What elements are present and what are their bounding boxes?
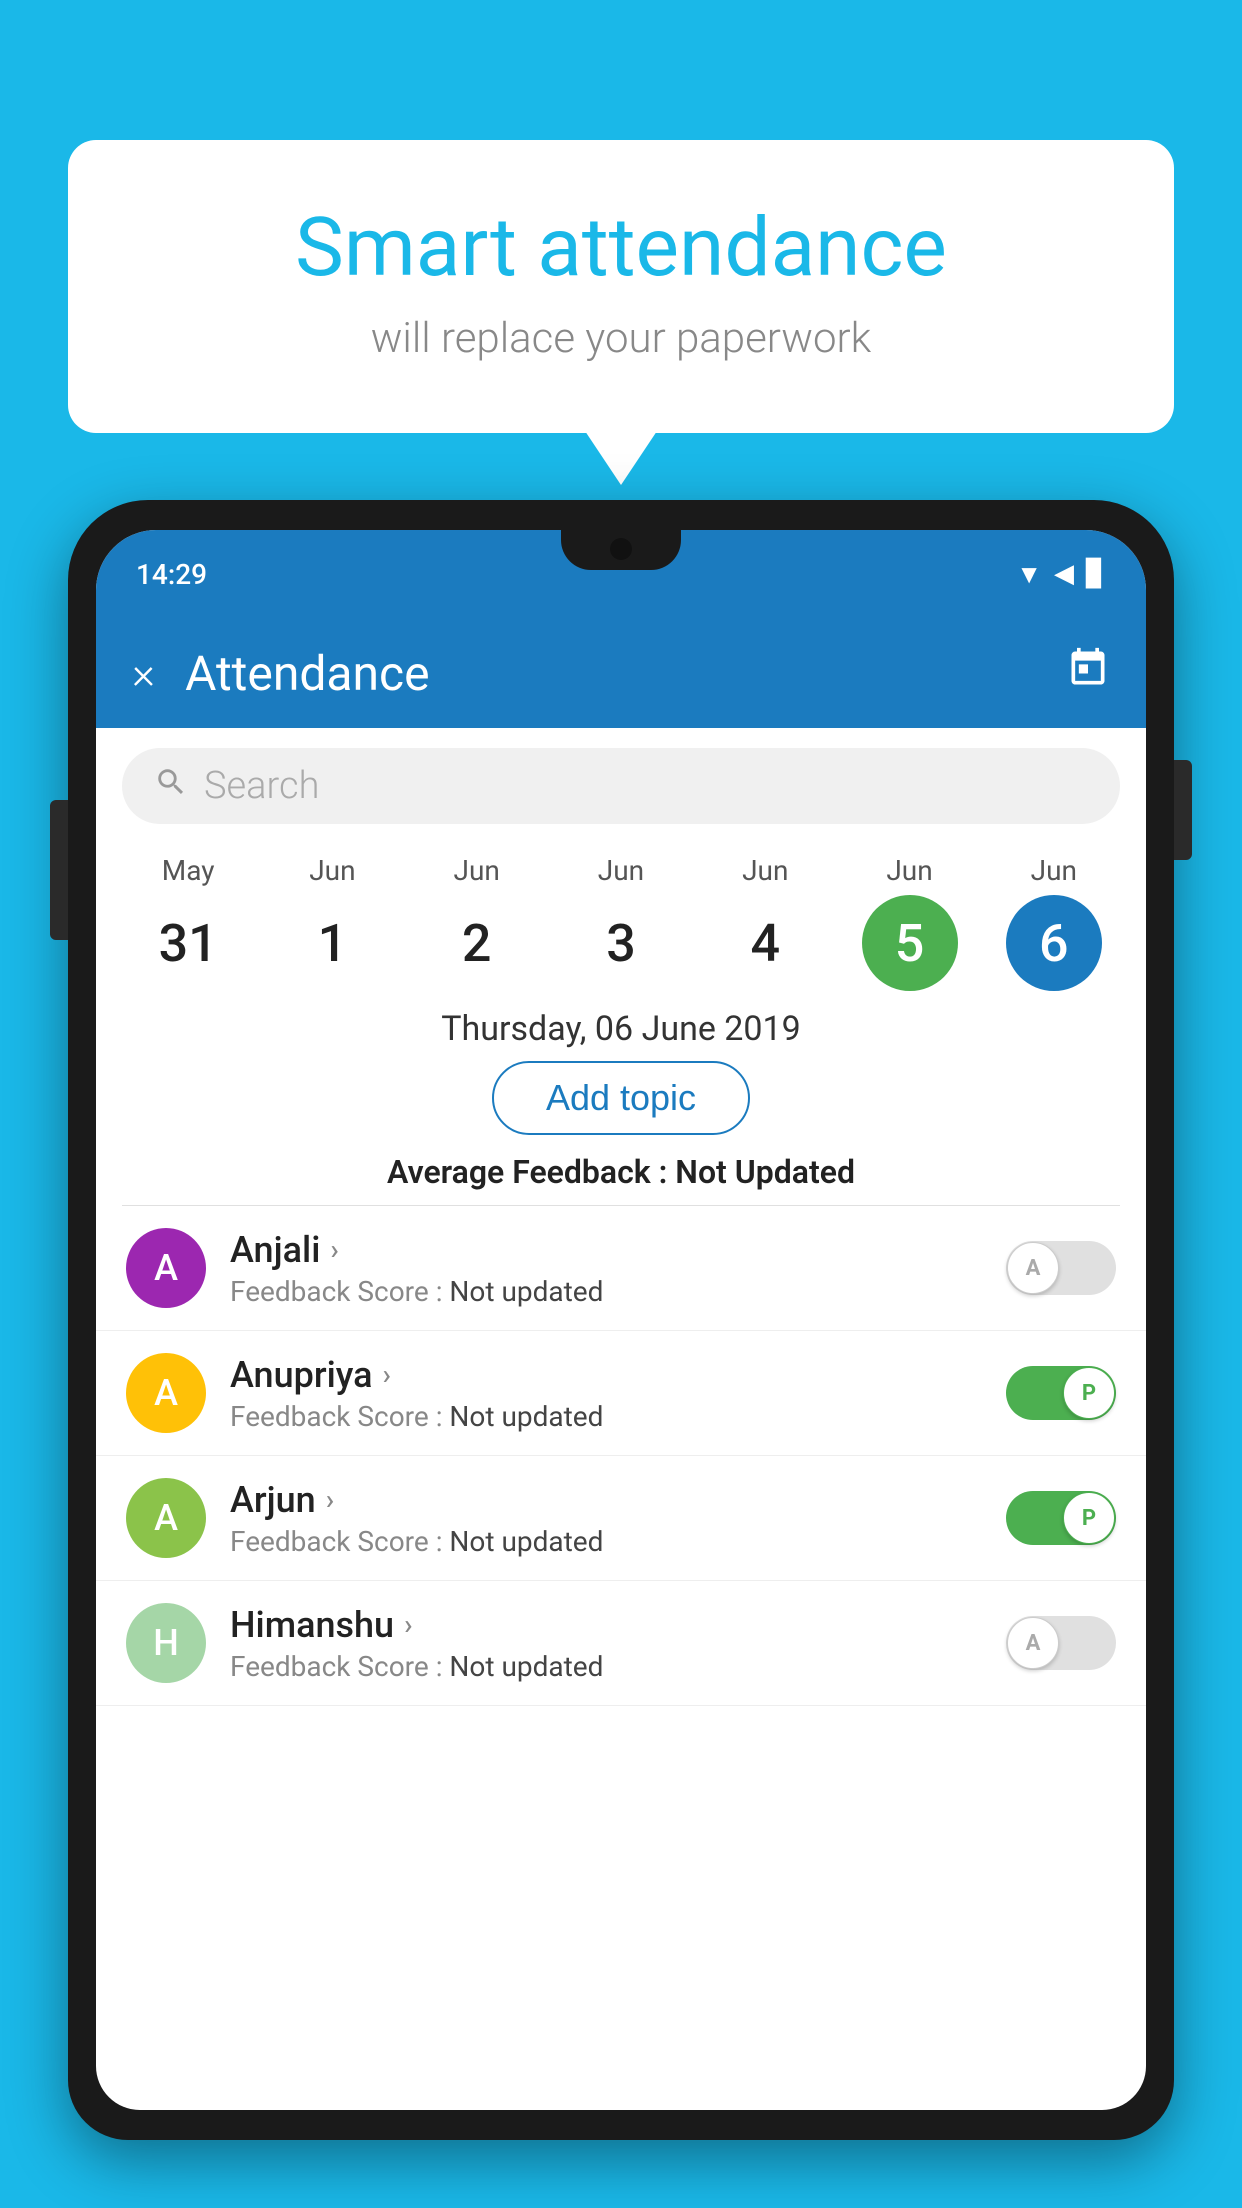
speech-bubble: Smart attendance will replace your paper…	[68, 140, 1174, 433]
avatar: H	[126, 1603, 206, 1683]
speech-bubble-card: Smart attendance will replace your paper…	[68, 140, 1174, 433]
phone-mockup: 14:29 ▼ ◀ ▊ × Attendance	[68, 500, 1174, 2208]
calendar-month: May	[162, 854, 215, 887]
calendar-month: Jun	[886, 854, 932, 887]
calendar-date[interactable]: 6	[1006, 895, 1102, 991]
feedback-value: Not updated	[449, 1525, 603, 1558]
status-icons: ▼ ◀ ▊	[1016, 559, 1106, 590]
camera-notch	[610, 538, 632, 560]
calendar-month: Jun	[454, 854, 500, 887]
calendar-date[interactable]: 1	[284, 895, 380, 991]
student-info: Anupriya › Feedback Score : Not updated	[230, 1354, 1006, 1433]
attendance-toggle-container[interactable]: P	[1006, 1366, 1116, 1420]
close-button[interactable]: ×	[132, 647, 155, 699]
chevron-right-icon: ›	[326, 1483, 334, 1516]
toggle-thumb: A	[1007, 1242, 1059, 1294]
calendar-icon[interactable]	[1066, 646, 1110, 700]
student-row[interactable]: A Arjun › Feedback Score : Not updated P	[96, 1456, 1146, 1581]
calendar-day[interactable]: Jun 3	[561, 854, 681, 991]
avatar: A	[126, 1478, 206, 1558]
add-topic-button[interactable]: Add topic	[492, 1061, 750, 1135]
attendance-toggle-container[interactable]: P	[1006, 1491, 1116, 1545]
student-name: Himanshu ›	[230, 1604, 1006, 1646]
calendar-date[interactable]: 3	[573, 895, 669, 991]
chevron-right-icon: ›	[383, 1358, 391, 1391]
attendance-toggle-container[interactable]: A	[1006, 1616, 1116, 1670]
avatar: A	[126, 1353, 206, 1433]
calendar-month: Jun	[309, 854, 355, 887]
student-row[interactable]: AAnjali ›Feedback Score : Not updatedA	[96, 1206, 1146, 1331]
student-name: Anupriya ›	[230, 1354, 1006, 1396]
attendance-toggle-container[interactable]: A	[1006, 1241, 1116, 1295]
signal-icon: ◀	[1054, 559, 1074, 589]
search-icon	[154, 765, 188, 808]
student-feedback: Feedback Score : Not updated	[230, 1400, 1006, 1433]
calendar-date[interactable]: 4	[717, 895, 813, 991]
speech-bubble-subtitle: will replace your paperwork	[138, 314, 1104, 363]
feedback-value: Not updated	[449, 1400, 603, 1433]
calendar-day[interactable]: Jun 5	[850, 854, 970, 991]
calendar-day[interactable]: Jun 2	[417, 854, 537, 991]
speech-bubble-title: Smart attendance	[138, 200, 1104, 296]
avatar: A	[126, 1228, 206, 1308]
students-list: AAnjali ›Feedback Score : Not updatedAAA…	[96, 1206, 1146, 1706]
calendar-month: Jun	[598, 854, 644, 887]
calendar-row: May 31 Jun 1 Jun 2 Jun 3 Jun 4 Jun 5 Jun 6	[96, 844, 1146, 991]
calendar-day[interactable]: Jun 4	[705, 854, 825, 991]
avg-feedback-value: Not Updated	[675, 1153, 855, 1191]
student-info: Arjun › Feedback Score : Not updated	[230, 1479, 1006, 1558]
student-name: Arjun ›	[230, 1479, 1006, 1521]
app-bar-title: Attendance	[185, 645, 1066, 702]
chevron-right-icon: ›	[330, 1233, 338, 1266]
calendar-day[interactable]: Jun 6	[994, 854, 1114, 991]
feedback-value: Not updated	[449, 1275, 603, 1308]
student-feedback: Feedback Score : Not updated	[230, 1525, 1006, 1558]
attendance-toggle[interactable]: A	[1006, 1616, 1116, 1670]
phone-outer-frame: 14:29 ▼ ◀ ▊ × Attendance	[68, 500, 1174, 2140]
calendar-date[interactable]: 5	[862, 895, 958, 991]
average-feedback: Average Feedback : Not Updated	[96, 1153, 1146, 1191]
search-bar[interactable]: Search	[122, 748, 1120, 824]
chevron-right-icon: ›	[404, 1608, 412, 1641]
calendar-month: Jun	[742, 854, 788, 887]
avg-feedback-label: Average Feedback :	[387, 1153, 667, 1191]
selected-date-label: Thursday, 06 June 2019	[96, 1009, 1146, 1049]
student-feedback: Feedback Score : Not updated	[230, 1275, 1006, 1308]
feedback-value: Not updated	[449, 1650, 603, 1683]
phone-screen: 14:29 ▼ ◀ ▊ × Attendance	[96, 530, 1146, 2110]
calendar-date[interactable]: 31	[140, 895, 236, 991]
wifi-icon: ▼	[1016, 559, 1042, 590]
attendance-toggle[interactable]: A	[1006, 1241, 1116, 1295]
calendar-month: Jun	[1031, 854, 1077, 887]
status-time: 14:29	[136, 558, 207, 591]
toggle-thumb: A	[1007, 1617, 1059, 1669]
student-info: Himanshu › Feedback Score : Not updated	[230, 1604, 1006, 1683]
toggle-thumb: P	[1063, 1492, 1115, 1544]
student-row[interactable]: H Himanshu › Feedback Score : Not updatedA	[96, 1581, 1146, 1706]
attendance-toggle[interactable]: P	[1006, 1491, 1116, 1545]
student-feedback: Feedback Score : Not updated	[230, 1650, 1006, 1683]
app-bar: × Attendance	[96, 618, 1146, 728]
toggle-thumb: P	[1063, 1367, 1115, 1419]
battery-icon: ▊	[1086, 559, 1106, 589]
student-row[interactable]: A Anupriya › Feedback Score : Not updated P	[96, 1331, 1146, 1456]
search-placeholder: Search	[204, 764, 319, 808]
calendar-date[interactable]: 2	[429, 895, 525, 991]
attendance-toggle[interactable]: P	[1006, 1366, 1116, 1420]
calendar-day[interactable]: Jun 1	[272, 854, 392, 991]
calendar-day[interactable]: May 31	[128, 854, 248, 991]
student-info: Anjali › Feedback Score : Not updated	[230, 1229, 1006, 1308]
student-name: Anjali ›	[230, 1229, 1006, 1271]
